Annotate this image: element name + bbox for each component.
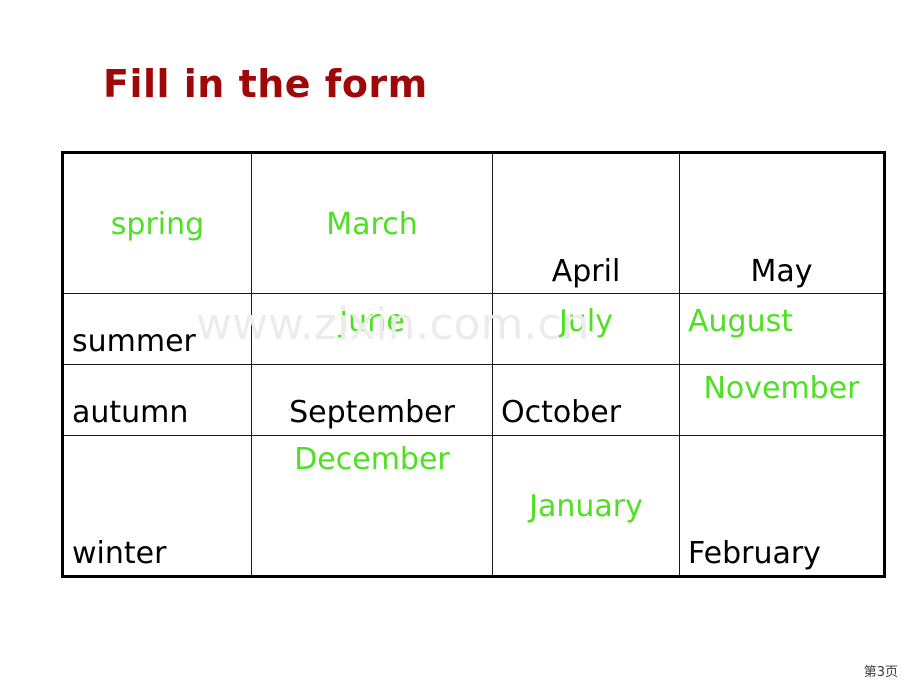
table-cell-r4c4[interactable]: February [679,434,885,578]
table-body: spring March April May summer June July … [62,151,885,578]
cell-label-august: August [688,304,793,340]
page-title: Fill in the form [103,62,428,106]
cell-label-february: February [688,535,821,571]
cell-label-march: March [326,206,418,242]
table-row: summer June July August [62,293,885,365]
table-cell-r2c1[interactable]: summer [62,293,252,365]
table-cell-r1c1[interactable]: spring [62,151,252,295]
cell-label-october: October [501,395,622,431]
cell-label-autumn: autumn [72,395,189,431]
table-row: autumn September October November [62,363,885,436]
cell-label-june: June [339,304,405,340]
cell-label-summer: summer [72,324,196,360]
cell-label-may: May [750,253,813,289]
cell-label-september: September [289,395,455,431]
table-cell-r4c3[interactable]: January [492,434,680,578]
slide-canvas: Fill in the form spring March April May … [0,0,920,690]
table-cell-r2c3[interactable]: July [492,293,680,365]
table-cell-r3c2[interactable]: September [251,363,493,436]
table-cell-r1c3[interactable]: April [492,151,680,295]
cell-label-spring: spring [110,206,205,242]
cell-label-november: November [703,370,860,406]
table-cell-r3c1[interactable]: autumn [62,363,252,436]
cell-label-july: July [559,304,613,340]
page-number-label: 第3页 [863,665,898,680]
cell-label-april: April [551,253,621,289]
table-row: spring March April May [62,151,885,295]
table-cell-r2c4[interactable]: August [679,293,885,365]
cell-label-january: January [529,488,643,524]
table-cell-r2c2[interactable]: June [251,293,493,365]
table-cell-r4c2[interactable]: December [251,434,493,578]
table-cell-r1c4[interactable]: May [679,151,885,295]
table-row: winter December January February [62,434,885,578]
table-cell-r4c1[interactable]: winter [62,434,252,578]
cell-label-winter: winter [72,535,167,571]
cell-label-december: December [294,441,450,477]
table-cell-r1c2[interactable]: March [251,151,493,295]
seasons-months-table: spring March April May summer June July … [61,151,886,578]
table-cell-r3c3[interactable]: October [492,363,680,436]
table-cell-r3c4[interactable]: November [679,363,885,436]
